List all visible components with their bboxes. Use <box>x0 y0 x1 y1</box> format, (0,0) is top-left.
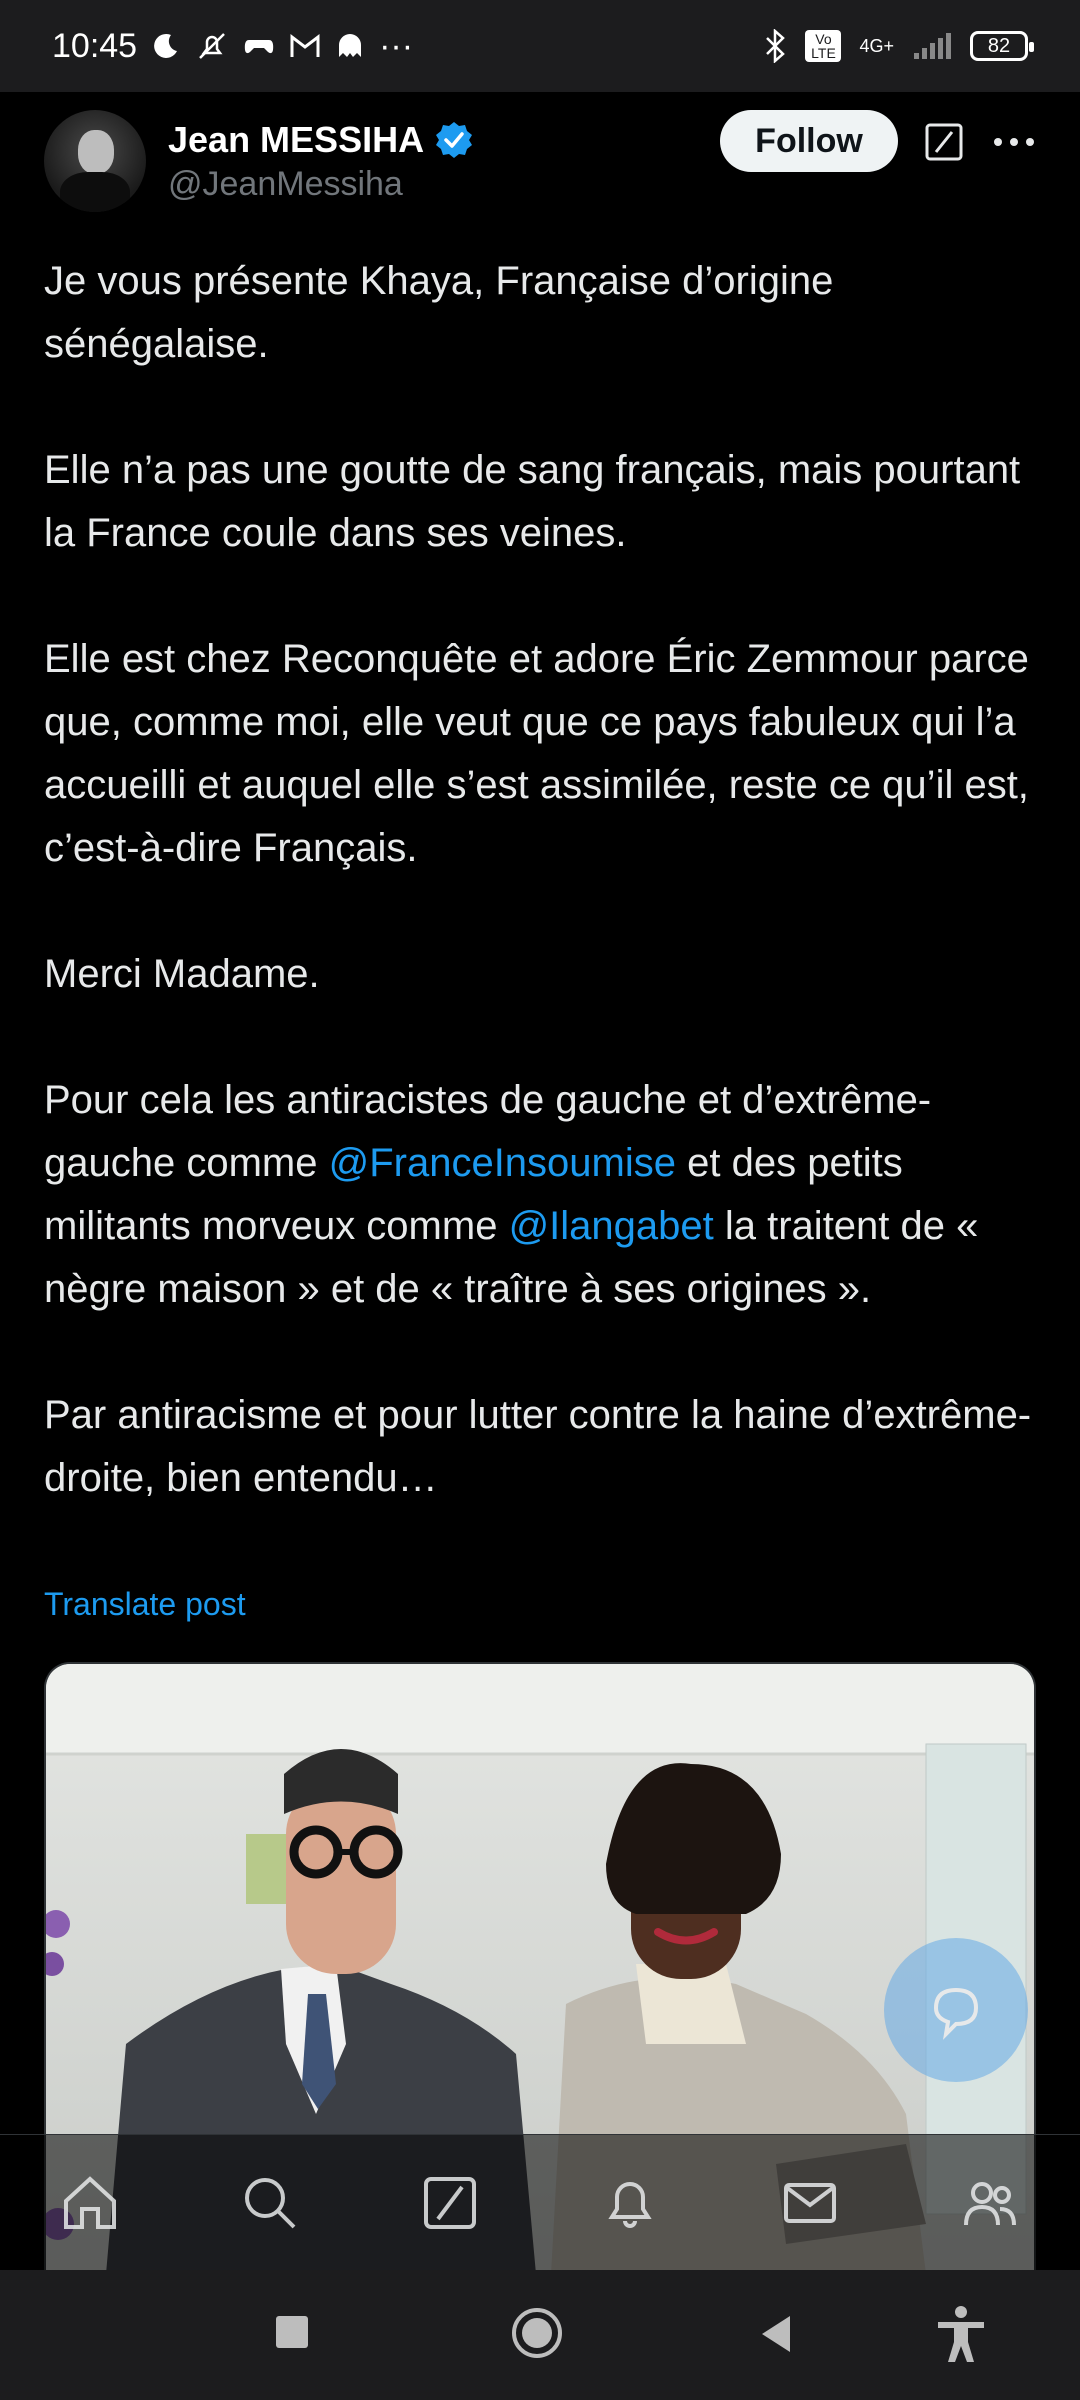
compose-reply-icon <box>933 1987 979 2040</box>
post-header: Jean MESSIHA @JeanMessiha Follow <box>0 92 1080 230</box>
battery-indicator: 82 <box>970 31 1034 61</box>
messages-icon[interactable] <box>778 2171 842 2235</box>
more-notifications: ··· <box>379 26 414 65</box>
notifications-icon[interactable] <box>598 2171 662 2235</box>
more-options-icon[interactable] <box>990 122 1038 162</box>
status-bar: 10:45 ··· Vo LTE 4G+ 82 <box>0 0 1080 92</box>
silent-icon <box>195 29 229 63</box>
home-button-icon[interactable] <box>510 2306 564 2360</box>
post-paragraph: Merci Madame. <box>44 952 320 996</box>
clock: 10:45 <box>52 26 138 65</box>
grok-icon[interactable] <box>924 122 964 162</box>
recents-icon[interactable] <box>274 2314 310 2350</box>
communities-icon[interactable] <box>958 2171 1022 2235</box>
gmail-icon <box>289 33 321 59</box>
mention-link[interactable]: @FranceInsoumise <box>329 1141 676 1185</box>
accessibility-icon[interactable] <box>934 2304 988 2364</box>
system-navigation-bar <box>0 2270 1080 2400</box>
post-text: Je vous présente Khaya, Française d’orig… <box>44 250 1044 1510</box>
volte-badge: Vo LTE <box>805 30 842 62</box>
back-icon[interactable] <box>758 2314 794 2354</box>
verified-badge-icon <box>436 121 473 158</box>
avatar[interactable] <box>44 110 146 212</box>
post-paragraph: Par antiracisme et pour lutter contre la… <box>44 1393 1032 1500</box>
author-info[interactable]: Jean MESSIHA @JeanMessiha <box>168 119 474 204</box>
ghost-icon <box>335 31 365 61</box>
author-handle[interactable]: @JeanMessiha <box>168 165 474 204</box>
follow-button[interactable]: Follow <box>720 110 898 172</box>
compose-fab[interactable] <box>884 1938 1028 2082</box>
post-paragraph: Pour cela les antiracistes de gauche et … <box>44 1069 1044 1321</box>
signal-icon <box>912 31 952 61</box>
bottom-navigation <box>0 2134 1080 2271</box>
home-icon[interactable] <box>58 2171 122 2235</box>
search-icon[interactable] <box>238 2171 302 2235</box>
network-type: 4G+ <box>859 35 894 56</box>
post-paragraph: Je vous présente Khaya, Française d’orig… <box>44 259 834 366</box>
gamepad-icon <box>243 34 275 58</box>
do-not-disturb-icon <box>151 31 181 61</box>
post-paragraph: Elle est chez Reconquête et adore Éric Z… <box>44 637 1029 870</box>
author-name[interactable]: Jean MESSIHA <box>168 119 424 161</box>
translate-post-link[interactable]: Translate post <box>44 1586 246 1623</box>
bluetooth-icon <box>763 29 787 63</box>
mention-link[interactable]: @Ilangabet <box>509 1204 714 1248</box>
post-paragraph: Elle n’a pas une goutte de sang français… <box>44 448 1021 555</box>
grok-icon[interactable] <box>418 2171 482 2235</box>
